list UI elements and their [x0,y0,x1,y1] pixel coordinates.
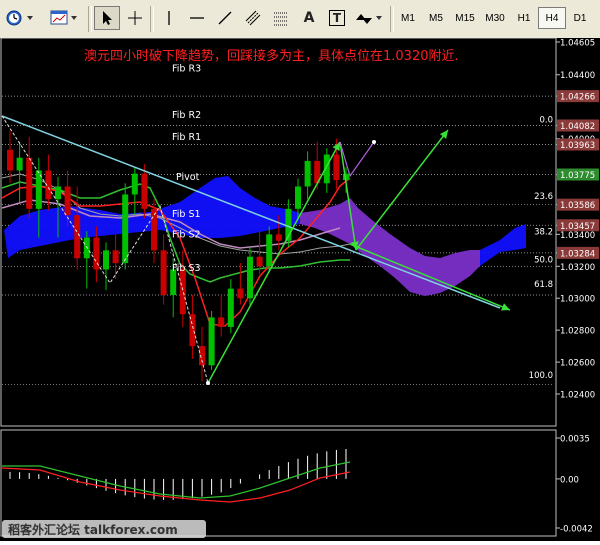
fib-level-label: 61.8 [534,280,553,290]
pivot-label: Fib R2 [172,110,201,121]
price-axis-label: 1.02600 [560,359,595,369]
bull-candle [55,186,61,200]
horizontal-line-icon[interactable] [184,6,210,30]
price-axis-label: 1.03200 [560,263,595,273]
price-axis-label: 1.04082 [560,122,595,132]
price-axis-label: 1.04400 [560,71,595,81]
price-axis-label: 1.04266 [560,93,595,103]
price-axis-label: 1.03586 [560,201,595,211]
timeframe-h4-button[interactable]: H4 [538,7,566,29]
osc-axis-label: -0.0042 [560,525,593,535]
trading-terminal-window: A T M1 M5 M15 M30 H1 H4 D1 Fib R3 Fib R2… [0,0,600,541]
price-axis-label: 1.03775 [560,171,595,181]
pivot-label: Fib R1 [172,132,201,143]
price-axis-label: 1.03000 [560,295,595,305]
anchor-dot [206,381,210,385]
pivot-label: Fib S1 [172,209,201,220]
bear-candle [141,173,148,209]
bull-candle [295,186,301,209]
pivot-label: Fib S2 [172,230,201,241]
text-label-icon-glyph: T [328,10,346,26]
price-axis-label: 1.03284 [560,249,595,259]
text-icon[interactable]: A [296,6,322,30]
timeframe-h1-button[interactable]: H1 [510,7,538,29]
timeframe-d1-button[interactable]: D1 [566,7,594,29]
bull-candle [247,256,253,299]
fib-level-label: 0.0 [539,116,553,126]
bear-candle [179,269,186,315]
fib-level-label: 50.0 [534,255,553,265]
bull-candle [208,317,215,366]
bull-candle [304,160,311,187]
arrows-icon[interactable] [352,6,386,30]
fib-level-label: 38.2 [534,227,553,237]
toolbar-separator [150,6,154,32]
toolbar-separator [88,6,92,32]
price-axis: 1.046051.044001.042661.040821.040001.039… [556,39,599,401]
price-chart[interactable]: Fib R3 Fib R2 Fib R1 Pivot Fib S1 Fib S2 Fib S… [0,37,600,541]
price-axis-label: 1.02800 [560,327,595,337]
timeframe-m1-button[interactable]: M1 [394,7,422,29]
watermark: 稻客外汇论坛 talkforex.com [2,520,206,538]
chart-window-icon[interactable] [46,6,86,30]
price-axis-label: 1.03963 [560,141,595,151]
chart-area[interactable]: Fib R3 Fib R2 Fib R1 Pivot Fib S1 Fib S2 Fib S… [0,37,600,541]
equidistant-channel-icon[interactable] [240,6,266,30]
timeframe-m5-button[interactable]: M5 [422,7,450,29]
timeframe-m15-button[interactable]: M15 [450,7,480,29]
bull-candle [131,173,138,195]
fib-level-label: 23.6 [534,192,553,202]
pivot-label: Fib S3 [172,263,201,274]
fibonacci-icon[interactable] [268,6,294,30]
bear-candle [74,215,81,259]
osc-axis-label: 0.00 [560,475,579,485]
price-axis-label: 1.03400 [560,231,595,241]
bear-candle [64,186,71,216]
bear-candle [160,250,167,296]
osc-axis-label: 0.0035 [560,435,590,445]
cursor-icon[interactable] [94,6,120,30]
watermark-text: 稻客外汇论坛 talkforex.com [8,522,178,537]
bear-candle [275,234,282,241]
pivot-label: Pivot [176,172,200,183]
price-axis-label: 1.02400 [560,391,595,401]
bear-candle [26,157,33,209]
bear-candle [237,288,244,299]
price-axis-label: 1.04605 [560,39,595,49]
bull-candle [227,288,234,327]
bull-candle [16,157,23,171]
bull-candle [103,250,109,270]
bear-candle [151,208,157,251]
bull-candle [122,194,129,264]
pivot-label: Fib R3 [172,64,201,75]
vertical-line-icon[interactable] [156,6,182,30]
fib-level-label: 100.0 [529,371,553,381]
chart-toolbar: A T M1 M5 M15 M30 H1 H4 D1 [0,0,600,39]
text-label-icon[interactable]: T [324,6,350,30]
timeframe-m30-button[interactable]: M30 [480,7,510,29]
clock-icon[interactable] [2,6,42,30]
bear-candle [7,149,13,171]
anchor-dot [372,140,376,144]
bear-candle [333,154,340,181]
bear-candle [218,317,225,327]
chart-annotation: 澳元四小时破下降趋势，回踩接多为主，具体点位在1.0320附近. [84,48,459,64]
crosshair-icon[interactable] [122,6,148,30]
bull-candle [266,234,273,267]
bear-candle [112,250,119,264]
trendline-icon[interactable] [212,6,238,30]
bear-candle [256,256,263,267]
